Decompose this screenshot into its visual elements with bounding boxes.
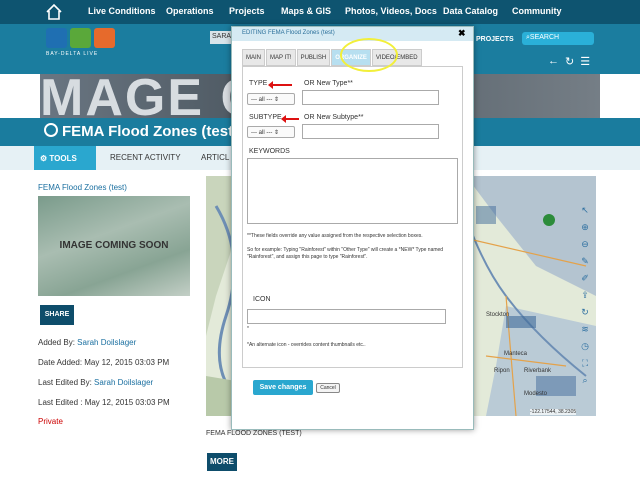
globe-icon [44, 123, 58, 137]
new-type-input[interactable] [302, 90, 439, 105]
added-by-link[interactable]: Sarah Doilslager [77, 338, 136, 347]
logo-leaf-icon [70, 28, 91, 48]
nav-community[interactable]: Community [512, 6, 562, 16]
logo-bird-icon [94, 28, 115, 48]
map-label-modesto: Modesto [524, 391, 548, 397]
type-select[interactable]: --- all --- ⇕ [247, 93, 295, 105]
map-tools: ↖ ⊕ ⊖ ✎ ✐ ⇪ ↻ ≋ ◷ ⛶ ⌕ [578, 202, 592, 389]
type-select-value: --- all --- [251, 97, 273, 103]
organize-tab-highlight [340, 38, 398, 72]
subtype-label: SUBTYPE [249, 114, 282, 121]
chevron-down-icon: ⇕ [274, 97, 280, 103]
tab-articles[interactable]: ARTICL [201, 153, 229, 162]
dialog-title: EDITING FEMA Flood Zones (test) [232, 27, 473, 41]
icon-note: *An alternate icon - overrides content t… [247, 342, 366, 348]
keywords-textarea[interactable] [247, 158, 458, 224]
tab-main[interactable]: MAIN [242, 49, 265, 66]
tab-publish[interactable]: PUBLISH [296, 49, 331, 66]
map-label-stockton: Stockton [486, 312, 510, 318]
icon-input[interactable] [247, 309, 446, 324]
subtype-select-value: --- all --- [251, 130, 273, 136]
menu-icon[interactable]: ☰ [580, 55, 590, 68]
map-label-manteca: Manteca [504, 351, 528, 357]
map-label-ripon: Ripon [494, 368, 510, 374]
new-subtype-input[interactable] [302, 124, 439, 139]
new-subtype-label: OR New Subtype** [304, 114, 364, 121]
close-icon[interactable]: ✖ [458, 28, 466, 39]
home-icon[interactable] [44, 2, 64, 22]
more-button[interactable]: MORE [207, 453, 237, 471]
page-title-wrap: FEMA Flood Zones (test) [44, 123, 238, 140]
zoom-in-icon[interactable]: ⊕ [578, 219, 592, 236]
upload-icon[interactable]: ⇪ [578, 287, 592, 304]
type-arrow-annotation [268, 81, 292, 89]
tab-map-it[interactable]: MAP IT! [266, 49, 296, 66]
tools-label: TOOLS [49, 154, 77, 163]
icon-label: ICON [253, 296, 271, 303]
keywords-label: KEYWORDS [249, 148, 290, 155]
measure-icon[interactable]: ✎ [578, 253, 592, 270]
page-title: FEMA Flood Zones (test) [62, 123, 239, 140]
search-input[interactable]: ⌕SEARCH [522, 32, 594, 45]
draw-icon[interactable]: ✐ [578, 270, 592, 287]
item-thumbnail: IMAGE COMING SOON [38, 196, 190, 296]
added-by: Added By: Sarah Doilslager [38, 338, 136, 347]
map-caption: FEMA FLOOD ZONES (TEST) [206, 430, 302, 437]
date-added: Date Added: May 12, 2015 03:03 PM [38, 358, 170, 367]
top-nav: Live Conditions Operations Projects Maps… [0, 0, 640, 24]
extent-icon[interactable]: ⛶ [578, 355, 592, 372]
tab-recent-activity[interactable]: RECENT ACTIVITY [110, 153, 181, 162]
nav-operations[interactable]: Operations [166, 6, 214, 16]
refresh-icon[interactable]: ↻ [565, 55, 574, 68]
logo-text: BAY-DELTA LIVE [46, 51, 99, 57]
last-edited-by: Last Edited By: Sarah Doilslager [38, 378, 153, 387]
search-placeholder: SEARCH [529, 34, 560, 41]
item-title-link[interactable]: FEMA Flood Zones (test) [38, 183, 127, 192]
find-icon[interactable]: ⌕ [578, 372, 592, 389]
site-logo[interactable]: BAY-DELTA LIVE [46, 28, 118, 60]
chevron-down-icon: ⇕ [274, 130, 280, 136]
nav-photos-videos-docs[interactable]: Photos, Videos, Docs [345, 6, 437, 16]
layers-icon[interactable]: ≋ [578, 321, 592, 338]
gear-icon: ⚙ [40, 154, 50, 163]
projects-button[interactable]: PROJECTS [476, 36, 514, 43]
new-type-label: OR New Type** [304, 80, 353, 87]
nav-projects[interactable]: Projects [229, 6, 265, 16]
thumbnail-text: IMAGE COMING SOON [59, 240, 169, 251]
header-icons: ← ↻ ☰ [548, 55, 590, 68]
cancel-button[interactable]: Cancel [316, 383, 340, 393]
override-note: **These fields override any value assign… [247, 233, 423, 239]
history-icon[interactable]: ◷ [578, 338, 592, 355]
last-edited: Last Edited : May 12, 2015 03:03 PM [38, 398, 170, 407]
map-label-riverbank: Riverbank [524, 368, 552, 374]
nav-data-catalog[interactable]: Data Catalog [443, 6, 498, 16]
pointer-icon[interactable]: ↖ [578, 202, 592, 219]
subtype-select[interactable]: --- all --- ⇕ [247, 126, 295, 138]
tools-button[interactable]: ⚙ TOOLS [34, 146, 96, 170]
back-arrow-icon[interactable]: ← [548, 55, 559, 68]
added-by-label: Added By: [38, 338, 75, 347]
last-edited-by-link[interactable]: Sarah Doilslager [94, 378, 153, 387]
privacy-status: Private [38, 417, 63, 426]
last-edited-by-label: Last Edited By: [38, 378, 92, 387]
zoom-out-icon[interactable]: ⊖ [578, 236, 592, 253]
example-note: So for example: Typing "Rainforest" with… [247, 247, 444, 260]
share-button[interactable]: SHARE [40, 305, 74, 325]
rotate-icon[interactable]: ↻ [578, 304, 592, 321]
icon-required-mark: * [247, 326, 249, 332]
subtype-arrow-annotation [281, 115, 299, 123]
type-label: TYPE [249, 80, 268, 87]
map-coordinates: -122.17544, 38.2305 [530, 409, 577, 415]
nav-maps-gis[interactable]: Maps & GIS [281, 6, 331, 16]
logo-water-icon [46, 28, 67, 48]
save-button[interactable]: Save changes [253, 380, 313, 395]
nav-live-conditions[interactable]: Live Conditions [88, 6, 156, 16]
